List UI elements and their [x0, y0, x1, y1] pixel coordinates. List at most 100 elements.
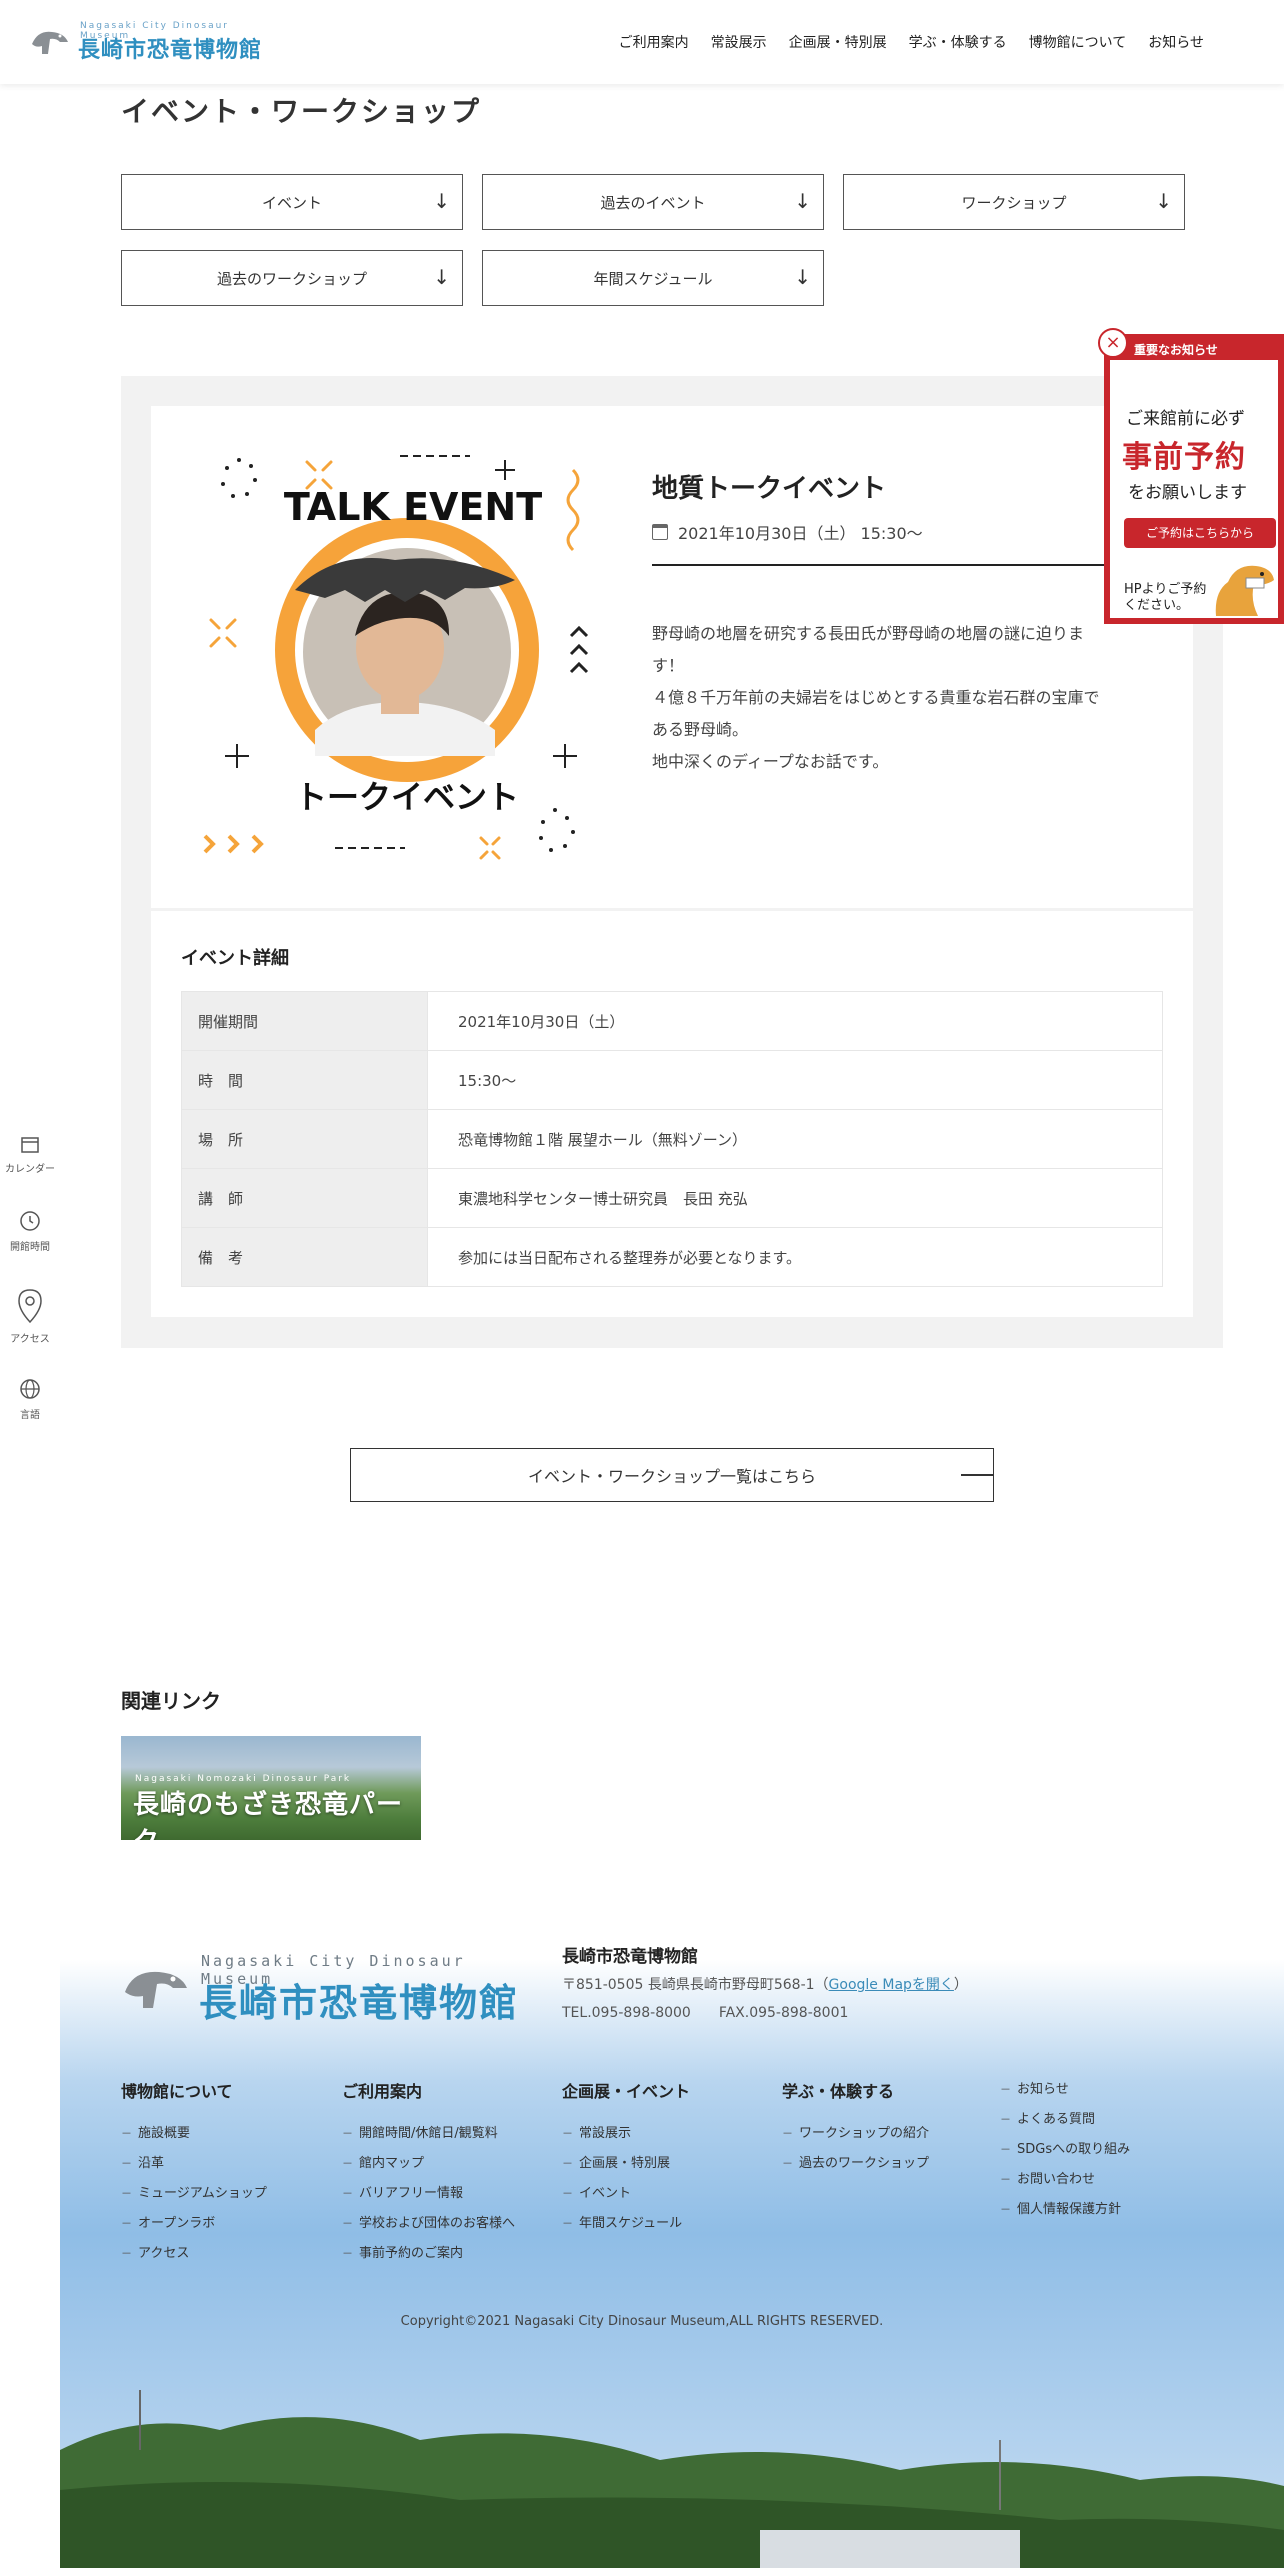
event-details-heading: イベント詳細: [181, 948, 289, 969]
footer-link[interactable]: 企画展・特別展: [562, 2152, 682, 2182]
footer-link[interactable]: 過去のワークショップ: [782, 2152, 929, 2182]
side-language-label: 言語: [20, 1410, 40, 1421]
poster-japanese-title: トークイベント: [295, 778, 519, 816]
important-notice-widget[interactable]: × 重要なお知らせ ご来館前に必ず 事前予約 をお願いします ご予約はこちらから…: [1098, 328, 1284, 624]
event-details-table: 開催期間 2021年10月30日（土） 時 間 15:30〜 場 所 恐竜博物館…: [181, 991, 1163, 1287]
footer-links-about: 施設概要 沿革 ミュージアムショップ オープンラボ アクセス: [121, 2122, 267, 2272]
footer-link[interactable]: 施設概要: [121, 2122, 267, 2152]
clock-icon: [20, 1211, 40, 1231]
footer-link[interactable]: お問い合わせ: [1000, 2168, 1130, 2198]
detail-value: 15:30〜: [427, 1050, 1163, 1110]
global-nav: ご利用案内 常設展示 企画展・特別展 学ぶ・体験する 博物館について お知らせ: [619, 32, 1204, 52]
nav-item-permanent-exhibit[interactable]: 常設展示: [711, 32, 767, 52]
footer-logo-japanese: 長崎市恐竜博物館: [199, 1981, 520, 2025]
footer-col-heading-learn: 学ぶ・体験する: [782, 2082, 895, 2101]
footer-link[interactable]: 年間スケジュール: [562, 2212, 682, 2242]
table-row: 場 所 恐竜博物館１階 展望ホール（無料ゾーン）: [181, 1109, 1163, 1169]
arrow-down-icon: ↓: [794, 265, 811, 289]
side-hours-label: 開館時間: [10, 1242, 50, 1253]
footer-museum-name: 長崎市恐竜博物館: [562, 1947, 698, 1967]
footer-link[interactable]: ミュージアムショップ: [121, 2182, 267, 2212]
footer-link[interactable]: 開館時間/休館日/観覧料: [342, 2122, 515, 2152]
footer-link[interactable]: よくある質問: [1000, 2108, 1130, 2138]
globe-icon: [20, 1379, 40, 1399]
footer-links-guide: 開館時間/休館日/観覧料 館内マップ バリアフリー情報 学校および団体のお客様へ…: [342, 2122, 515, 2272]
table-row: 開催期間 2021年10月30日（土）: [181, 991, 1163, 1051]
google-map-link[interactable]: Google Mapを開く: [829, 1977, 954, 1993]
dinosaur-mascot-icon: [1215, 565, 1274, 616]
line-arrow-icon: [961, 1474, 993, 1476]
footer-link[interactable]: ワークショップの紹介: [782, 2122, 929, 2152]
footer-link[interactable]: オープンラボ: [121, 2212, 267, 2242]
reservation-button[interactable]: ご予約はこちらから: [1124, 518, 1276, 548]
event-date-text: 2021年10月30日（土） 15:30〜: [678, 524, 923, 543]
footer-link[interactable]: 事前予約のご案内: [342, 2242, 515, 2272]
anchor-button-past-events[interactable]: 過去のイベント ↓: [482, 174, 824, 230]
footer-link[interactable]: 学校および団体のお客様へ: [342, 2212, 515, 2242]
nav-item-special-exhibit[interactable]: 企画展・特別展: [789, 32, 887, 52]
event-description-line: 野母崎の地層を研究する長田氏が野母崎の地層の謎に迫りま: [652, 624, 1085, 643]
footer-link[interactable]: SDGsへの取り組み: [1000, 2138, 1130, 2168]
arrow-down-icon: ↓: [433, 189, 450, 213]
anchor-button-annual-schedule[interactable]: 年間スケジュール ↓: [482, 250, 824, 306]
detail-key: 備 考: [181, 1227, 428, 1287]
close-icon[interactable]: ×: [1098, 328, 1128, 358]
footer-logo[interactable]: Nagasaki City Dinosaur Museum 長崎市恐竜博物館: [121, 1950, 526, 2025]
footer-link[interactable]: 常設展示: [562, 2122, 682, 2152]
anchor-button-past-workshops[interactable]: 過去のワークショップ ↓: [121, 250, 463, 306]
anchor-button-workshops[interactable]: ワークショップ ↓: [843, 174, 1185, 230]
poster-english-title: TALK EVENT: [284, 485, 542, 529]
map-pin-icon: [18, 1289, 42, 1324]
footer-links-learn: ワークショップの紹介 過去のワークショップ: [782, 2122, 929, 2182]
event-list-button-label: イベント・ワークショップ一覧はこちら: [527, 1467, 816, 1486]
table-row: 備 考 参加には当日配布される整理券が必要となります。: [181, 1227, 1163, 1287]
site-logo[interactable]: Nagasaki City Dinosaur Museum 長崎市恐竜博物館: [30, 20, 270, 64]
side-calendar[interactable]: カレンダー: [0, 1134, 60, 1175]
side-language[interactable]: 言語: [0, 1378, 60, 1421]
notice-line-1: ご来館前に必ず: [1126, 409, 1245, 429]
side-opening-hours[interactable]: 開館時間: [0, 1210, 60, 1253]
footer-link[interactable]: 沿革: [121, 2152, 267, 2182]
dinosaur-logo-icon: [125, 1971, 187, 2008]
calendar-icon: [21, 1137, 39, 1153]
calendar-icon: [652, 524, 668, 540]
detail-key: 講 師: [181, 1168, 428, 1228]
nav-item-news[interactable]: お知らせ: [1148, 32, 1204, 52]
anchor-label: イベント: [261, 193, 322, 212]
detail-key: 場 所: [181, 1109, 428, 1169]
anchor-label: ワークショップ: [961, 193, 1067, 212]
arrow-down-icon: ↓: [1155, 189, 1172, 213]
anchor-label: 年間スケジュール: [593, 269, 713, 288]
detail-value: 2021年10月30日（土）: [427, 991, 1163, 1051]
arrow-down-icon: ↓: [433, 265, 450, 289]
footer-link[interactable]: 個人情報保護方針: [1000, 2198, 1130, 2228]
event-date: 2021年10月30日（土） 15:30〜: [652, 520, 923, 544]
side-access-label: アクセス: [10, 1334, 50, 1345]
footer-link[interactable]: イベント: [562, 2182, 682, 2212]
footer-link[interactable]: バリアフリー情報: [342, 2182, 515, 2212]
nav-item-guide[interactable]: ご利用案内: [619, 32, 689, 52]
notice-body: ご来館前に必ず 事前予約 をお願いします ご予約はこちらから HPよりご予約くだ…: [1110, 360, 1278, 618]
banner-japanese-text: 長崎のもざき恐竜パーク: [133, 1790, 404, 1840]
talk-event-poster: TALK EVENT トークイベント: [203, 455, 589, 860]
nav-item-about[interactable]: 博物館について: [1029, 32, 1127, 52]
side-access[interactable]: アクセス: [0, 1288, 60, 1345]
event-divider: [652, 564, 1122, 566]
banner-english-text: Nagasaki Nomozaki Dinosaur Park: [135, 1774, 352, 1784]
event-list-button[interactable]: イベント・ワークショップ一覧はこちら: [350, 1448, 994, 1502]
table-row: 時 間 15:30〜: [181, 1050, 1163, 1110]
detail-key: 時 間: [181, 1050, 428, 1110]
nav-item-learn[interactable]: 学ぶ・体験する: [909, 32, 1007, 52]
anchor-button-events[interactable]: イベント ↓: [121, 174, 463, 230]
notice-header: 重要なお知らせ: [1134, 343, 1218, 357]
footer-links-misc: お知らせ よくある質問 SDGsへの取り組み お問い合わせ 個人情報保護方針: [1000, 2078, 1130, 2228]
footer-link[interactable]: お知らせ: [1000, 2078, 1130, 2108]
footer-link[interactable]: 館内マップ: [342, 2152, 515, 2182]
copyright: Copyright©2021 Nagasaki City Dinosaur Mu…: [400, 2314, 884, 2329]
dinosaur-logo-icon: [32, 31, 68, 54]
footer-link[interactable]: アクセス: [121, 2242, 267, 2272]
event-description-line: 地中深くのディープなお話です。: [652, 752, 889, 771]
event-title: 地質トークイベント: [652, 474, 887, 504]
dinosaur-park-banner[interactable]: Nagasaki Nomozaki Dinosaur Park 長崎のもざき恐竜…: [121, 1736, 421, 1840]
detail-value: 東濃地科学センター博士研究員 長田 充弘: [427, 1168, 1163, 1228]
